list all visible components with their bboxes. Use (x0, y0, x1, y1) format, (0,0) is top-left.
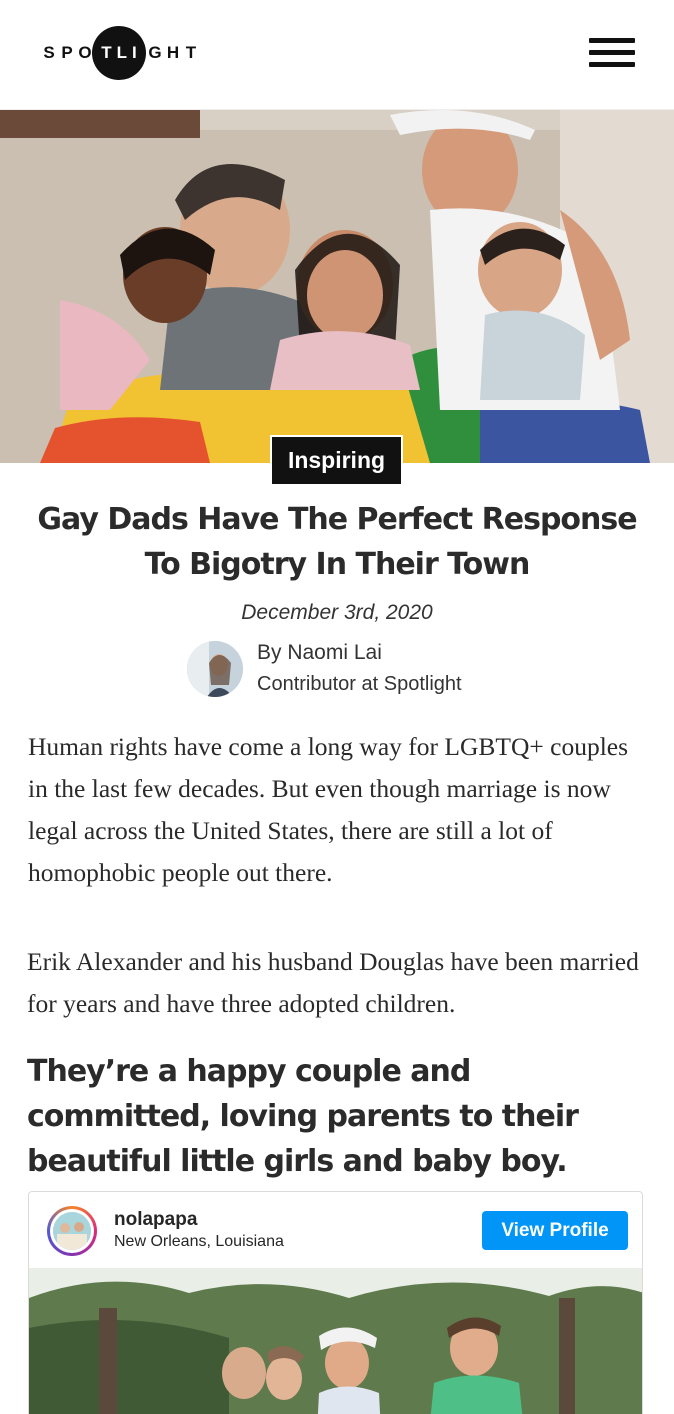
logo-letter: T (185, 43, 197, 62)
logo-circle: TLI (92, 26, 146, 80)
article-paragraph: Human rights have come a long way for LG… (28, 732, 629, 887)
site-header: S P O TLI G H T (0, 0, 674, 110)
article-paragraph: Erik Alexander and his husband Douglas h… (27, 947, 639, 1018)
logo-letter: P (61, 43, 73, 62)
instagram-post-image[interactable] (29, 1268, 642, 1414)
author-avatar[interactable] (187, 641, 243, 697)
view-profile-button[interactable]: View Profile (482, 1211, 628, 1250)
article-subheading: They’re a happy couple and committed, lo… (27, 1054, 579, 1179)
logo-letter: S (43, 43, 55, 62)
logo-letter: G (148, 43, 162, 62)
logo-letter: H (166, 43, 180, 62)
author-role: Contributor at Spotlight (257, 673, 462, 695)
author-name[interactable]: By Naomi Lai (257, 641, 382, 665)
category-badge[interactable]: Inspiring (270, 435, 403, 486)
instagram-location[interactable]: New Orleans, Louisiana (114, 1233, 284, 1251)
hamburger-menu-icon[interactable] (589, 37, 635, 69)
article-title: Gay Dads Have The Perfect Response To Bi… (37, 502, 637, 582)
instagram-avatar[interactable] (47, 1206, 97, 1256)
article-date: December 3rd, 2020 (241, 601, 433, 624)
hero-image (0, 110, 674, 463)
spotlight-logo[interactable]: S P O TLI G H T (40, 26, 200, 80)
instagram-username[interactable]: nolapapa (114, 1209, 197, 1231)
instagram-embed: nolapapa New Orleans, Louisiana View Pro… (28, 1191, 643, 1414)
